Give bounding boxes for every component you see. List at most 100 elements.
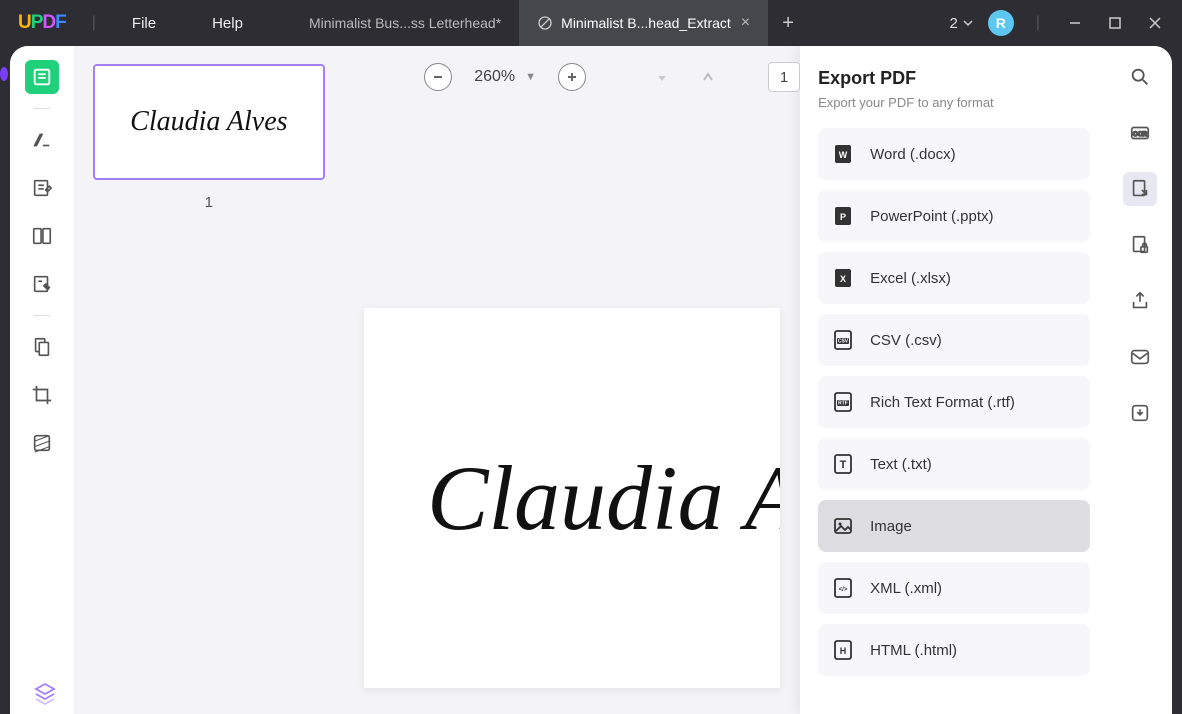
export-label: PowerPoint (.pptx): [870, 208, 993, 225]
export-word[interactable]: W Word (.docx): [818, 128, 1090, 180]
crop-tool[interactable]: [25, 378, 59, 412]
separator: [34, 108, 50, 109]
rtf-icon: RTF: [832, 391, 854, 413]
tab-strip: Minimalist Bus...ss Letterhead* Minimali…: [291, 0, 950, 46]
share-tool[interactable]: [1123, 284, 1157, 318]
image-icon: [832, 515, 854, 537]
svg-text:CSV: CSV: [838, 339, 849, 345]
svg-text:RTF: RTF: [838, 401, 848, 407]
svg-text:H: H: [840, 646, 847, 656]
export-label: HTML (.html): [870, 642, 957, 659]
export-csv[interactable]: CSV CSV (.csv): [818, 314, 1090, 366]
first-page-button[interactable]: [650, 65, 674, 89]
export-panel: Export PDF Export your PDF to any format…: [800, 46, 1108, 714]
separator: |: [84, 14, 104, 32]
layers-button[interactable]: [30, 678, 60, 708]
menu-help[interactable]: Help: [184, 15, 271, 32]
export-image[interactable]: Image: [818, 500, 1090, 552]
email-tool[interactable]: [1123, 340, 1157, 374]
page-number-field[interactable]: 1: [768, 62, 800, 92]
text-icon: T: [832, 453, 854, 475]
word-icon: W: [832, 143, 854, 165]
save-tool[interactable]: [1123, 396, 1157, 430]
avatar[interactable]: R: [988, 10, 1014, 36]
tab-label: Minimalist B...head_Extract: [561, 15, 731, 31]
fillform-tool[interactable]: [25, 267, 59, 301]
xml-icon: </>: [832, 577, 854, 599]
close-button[interactable]: [1142, 10, 1168, 36]
excel-icon: X: [832, 267, 854, 289]
minimize-button[interactable]: [1062, 10, 1088, 36]
thumbnail-number: 1: [205, 194, 213, 211]
canvas-viewport[interactable]: Claudia Alves: [344, 108, 800, 714]
separator: [34, 315, 50, 316]
thumbnail-page-1[interactable]: Claudia Alves: [93, 64, 325, 180]
left-toolbar: [10, 46, 74, 714]
new-tab-button[interactable]: +: [768, 0, 808, 46]
close-icon[interactable]: ×: [741, 14, 750, 32]
view-toolbar: 260% ▼ 1: [344, 46, 800, 108]
caret-down-icon: ▼: [525, 71, 536, 83]
svg-text:X: X: [840, 274, 846, 284]
export-label: Image: [870, 518, 912, 535]
tab-label: Minimalist Bus...ss Letterhead*: [309, 15, 501, 31]
protect-tool[interactable]: [1123, 228, 1157, 262]
comment-tool[interactable]: [25, 123, 59, 157]
redact-tool[interactable]: [25, 426, 59, 460]
reader-tool[interactable]: [25, 60, 59, 94]
readonly-icon: [537, 15, 553, 31]
export-label: Word (.docx): [870, 146, 956, 163]
main-area: Claudia Alves 1 260% ▼ 1 Claudia Alves E…: [10, 46, 1172, 714]
tab-document-1[interactable]: Minimalist Bus...ss Letterhead*: [291, 0, 519, 46]
right-toolbar: OCR: [1108, 46, 1172, 714]
svg-text:</>: </>: [839, 587, 848, 593]
svg-text:OCR: OCR: [1133, 131, 1148, 138]
export-powerpoint[interactable]: P PowerPoint (.pptx): [818, 190, 1090, 242]
export-label: XML (.xml): [870, 580, 942, 597]
chevron-down-icon: [962, 17, 974, 29]
zoom-value: 260%: [474, 68, 515, 86]
window-count[interactable]: 2: [950, 15, 974, 32]
export-xml[interactable]: </> XML (.xml): [818, 562, 1090, 614]
csv-icon: CSV: [832, 329, 854, 351]
titlebar: UPDF | File Help Minimalist Bus...ss Let…: [0, 0, 1182, 46]
powerpoint-icon: P: [832, 205, 854, 227]
ocr-tool[interactable]: OCR: [1123, 116, 1157, 150]
export-tool[interactable]: [1123, 172, 1157, 206]
maximize-button[interactable]: [1102, 10, 1128, 36]
canvas-area: 260% ▼ 1 Claudia Alves: [344, 46, 800, 714]
document-page: Claudia Alves: [364, 308, 780, 688]
app-logo: UPDF: [0, 12, 84, 34]
organize-tool[interactable]: [25, 219, 59, 253]
zoom-dropdown[interactable]: 260% ▼: [474, 68, 536, 86]
svg-text:W: W: [839, 150, 848, 160]
window-count-number: 2: [950, 15, 958, 32]
export-label: CSV (.csv): [870, 332, 942, 349]
svg-text:T: T: [840, 459, 847, 471]
export-title: Export PDF: [818, 68, 1090, 89]
prev-page-button[interactable]: [696, 65, 720, 89]
export-text[interactable]: T Text (.txt): [818, 438, 1090, 490]
thumbnails-panel: Claudia Alves 1: [74, 46, 344, 714]
export-label: Rich Text Format (.rtf): [870, 394, 1015, 411]
zoom-out-button[interactable]: [424, 63, 452, 91]
titlebar-right: 2 R |: [950, 10, 1182, 36]
export-html[interactable]: H HTML (.html): [818, 624, 1090, 676]
zoom-in-button[interactable]: [558, 63, 586, 91]
thumbnail-preview: Claudia Alves: [130, 106, 287, 138]
panel-knob[interactable]: [0, 67, 8, 81]
export-label: Excel (.xlsx): [870, 270, 951, 287]
html-icon: H: [832, 639, 854, 661]
export-label: Text (.txt): [870, 456, 932, 473]
export-excel[interactable]: X Excel (.xlsx): [818, 252, 1090, 304]
document-text: Claudia Alves: [427, 445, 780, 551]
search-tool[interactable]: [1123, 60, 1157, 94]
svg-text:P: P: [840, 212, 846, 222]
export-subtitle: Export your PDF to any format: [818, 95, 1090, 110]
separator: |: [1028, 14, 1048, 32]
edit-tool[interactable]: [25, 171, 59, 205]
menu-file[interactable]: File: [104, 15, 184, 32]
export-rtf[interactable]: RTF Rich Text Format (.rtf): [818, 376, 1090, 428]
tab-document-2[interactable]: Minimalist B...head_Extract ×: [519, 0, 768, 46]
page-tool[interactable]: [25, 330, 59, 364]
